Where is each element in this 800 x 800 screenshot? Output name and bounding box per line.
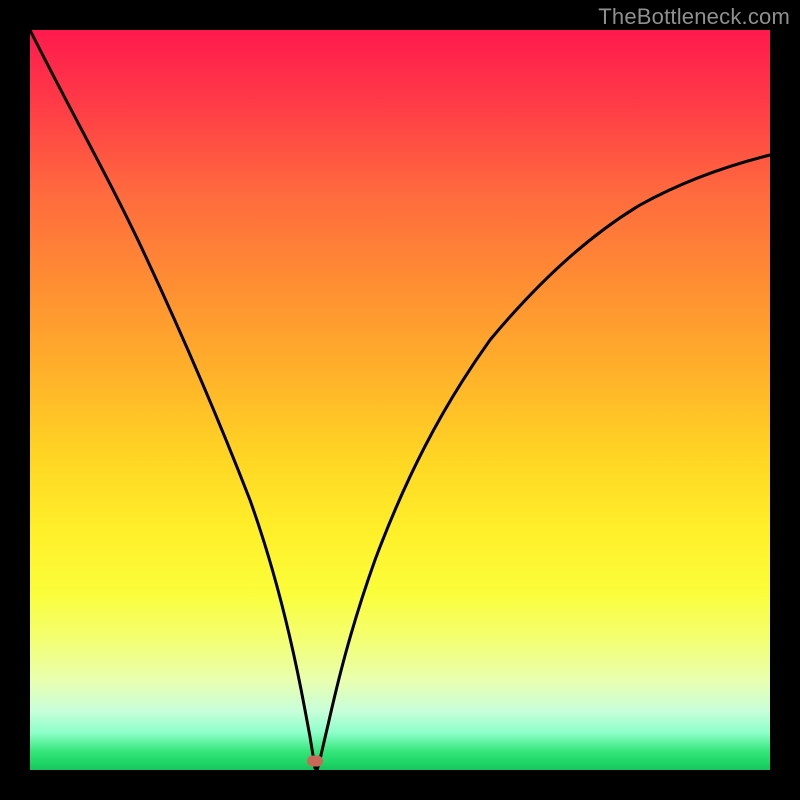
chart-frame: TheBottleneck.com <box>0 0 800 800</box>
bottleneck-curve <box>30 30 770 770</box>
curve-layer <box>30 30 770 770</box>
optimal-marker <box>307 756 323 767</box>
plot-area <box>30 30 770 770</box>
watermark-text: TheBottleneck.com <box>598 4 790 30</box>
